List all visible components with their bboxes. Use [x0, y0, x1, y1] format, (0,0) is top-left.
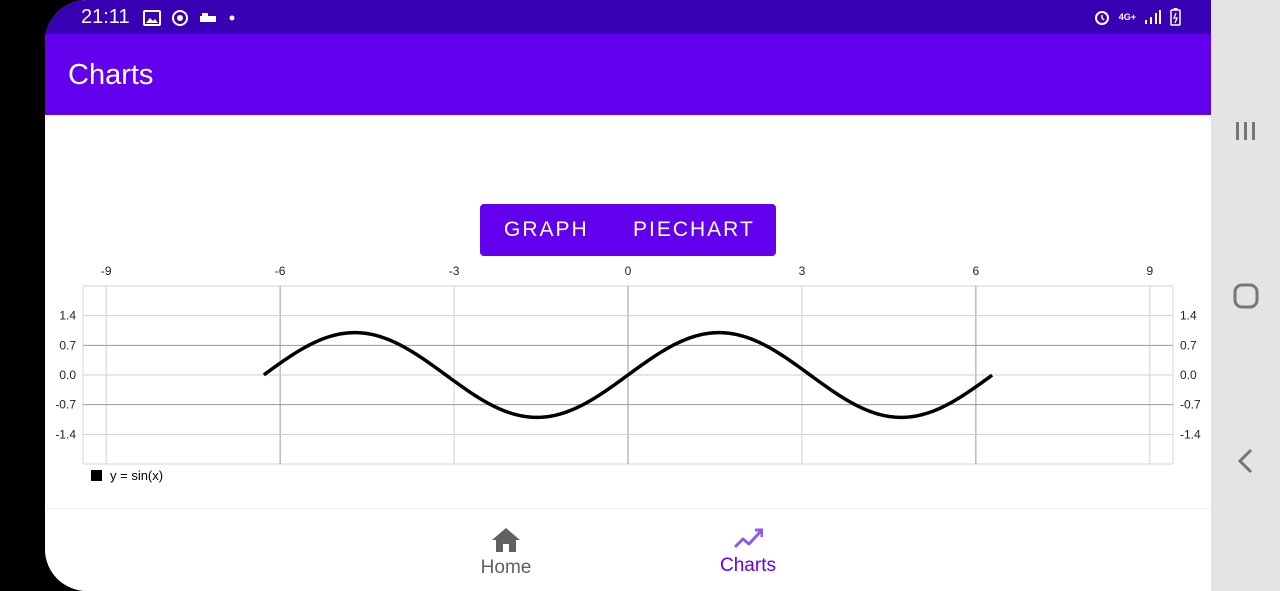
nav-item-home[interactable]: Home: [465, 527, 547, 579]
status-bar: 21:11 4G+: [45, 0, 1211, 34]
signal-icon: [1145, 10, 1161, 24]
network-type-label: 4G+: [1118, 12, 1136, 22]
y-tick-label-right: -1.4: [1180, 427, 1201, 441]
y-tick-label-right: 0.7: [1180, 338, 1197, 352]
home-button-icon[interactable]: [1233, 283, 1259, 309]
app-bar: Charts: [45, 34, 1211, 115]
alarm-icon: [1094, 11, 1109, 25]
x-tick-label: -9: [101, 264, 112, 278]
gallery-icon: [143, 10, 161, 26]
graph-button[interactable]: GRAPH: [504, 218, 589, 242]
y-tick-label-left: -1.4: [55, 427, 76, 441]
app-screen: 21:11 4G+ Charts GRAPH PIECHART -9 -6 -3 0 3…: [45, 0, 1211, 591]
nav-home-label: Home: [480, 557, 532, 578]
status-time: 21:11: [81, 6, 130, 28]
y-tick-label-left: 0.7: [59, 338, 76, 352]
page-title: Charts: [68, 59, 154, 91]
x-tick-label: 3: [799, 264, 806, 278]
x-tick-label: 0: [625, 264, 632, 278]
status-notification-icons: [143, 9, 237, 27]
x-tick-label: -3: [449, 264, 460, 278]
y-tick-label-right: -0.7: [1180, 398, 1201, 412]
piechart-button[interactable]: PIECHART: [633, 218, 755, 242]
bed-icon: [200, 13, 216, 22]
x-tick-label: -6: [275, 264, 286, 278]
back-icon[interactable]: [1233, 448, 1259, 474]
dot-icon: [229, 15, 235, 21]
nav-item-charts[interactable]: Charts: [707, 527, 789, 577]
home-icon: [492, 528, 520, 552]
trending-up-icon: [733, 528, 763, 549]
sync-icon: [172, 10, 188, 26]
y-tick-label-right: 1.4: [1180, 309, 1197, 323]
x-tick-label: 6: [973, 264, 980, 278]
legend-label: y = sin(x): [110, 468, 164, 483]
chart-type-toggle: GRAPH PIECHART: [480, 204, 776, 256]
x-tick-label: 9: [1146, 264, 1153, 278]
chart-legend: y = sin(x): [91, 468, 163, 483]
recent-apps-icon[interactable]: [1233, 118, 1259, 144]
bottom-navigation: Home Charts: [45, 509, 1211, 591]
nav-charts-label: Charts: [720, 555, 776, 576]
battery-icon: [1170, 8, 1181, 26]
y-tick-label-left: 1.4: [59, 309, 76, 323]
y-tick-label-left: -0.7: [55, 398, 76, 412]
system-nav-sidebar: [1211, 0, 1280, 591]
y-tick-label-right: 0.0: [1180, 368, 1197, 382]
y-tick-label-left: 0.0: [59, 368, 76, 382]
sine-line-chart: -9 -6 -3 0 3 6 9 1.4 1.4 0.7 0.7 0.0 0.0 -0.7 -0.7 -1.4…: [55, 264, 1201, 465]
status-system-icons: 4G+: [1093, 8, 1181, 26]
legend-swatch: [91, 470, 102, 481]
